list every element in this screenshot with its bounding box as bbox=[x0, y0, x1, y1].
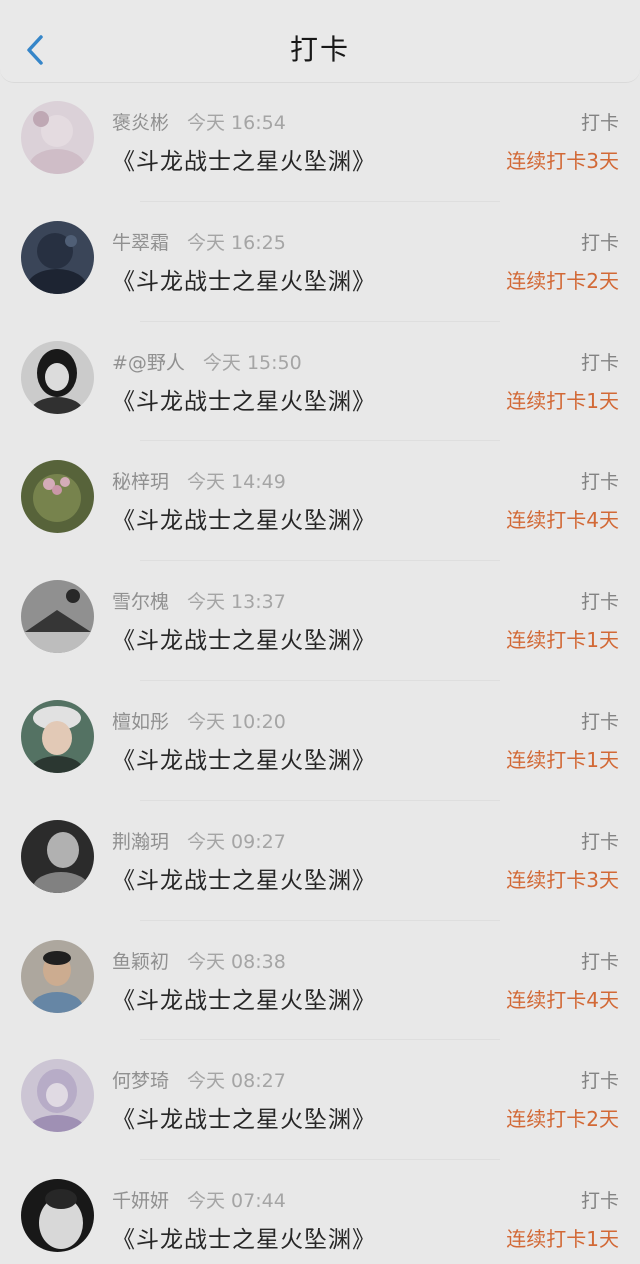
checkin-label: 打卡 bbox=[580, 231, 619, 254]
top-bar: 打卡 bbox=[0, 0, 640, 83]
streak-text: 连续打卡1天 bbox=[506, 388, 619, 413]
user-line: 牛翠霜 今天 16:25 bbox=[112, 228, 286, 255]
book-title[interactable]: 《斗龙战士之星火坠渊》 bbox=[112, 741, 376, 775]
checkin-label: 打卡 bbox=[580, 1190, 619, 1213]
avatar[interactable] bbox=[21, 939, 94, 1013]
user-line: 荆瀚玥 今天 09:27 bbox=[112, 827, 286, 854]
avatar[interactable] bbox=[21, 699, 94, 773]
avatar[interactable] bbox=[21, 101, 94, 174]
streak-text: 连续打卡1天 bbox=[506, 1227, 619, 1252]
checkin-label: 打卡 bbox=[580, 710, 619, 733]
streak-text: 连续打卡4天 bbox=[506, 987, 619, 1012]
book-title[interactable]: 《斗龙战士之星火坠渊》 bbox=[112, 621, 376, 655]
user-line: #@野人 今天 15:50 bbox=[112, 348, 302, 375]
user-name[interactable]: 褒炎彬 bbox=[112, 112, 169, 134]
checkin-label: 打卡 bbox=[580, 830, 619, 853]
checkin-time: 今天 16:54 bbox=[187, 112, 286, 134]
book-title[interactable]: 《斗龙战士之星火坠渊》 bbox=[112, 382, 376, 416]
checkin-time: 今天 10:20 bbox=[187, 710, 286, 733]
checkin-page: 打卡 褒炎彬 今天 16:54 《斗龙战士之星火坠渊》 打卡 连续打卡3天 牛翠… bbox=[0, 0, 640, 1264]
book-title[interactable]: 《斗龙战士之星火坠渊》 bbox=[112, 1220, 376, 1254]
avatar[interactable] bbox=[21, 340, 94, 414]
list-item[interactable]: #@野人 今天 15:50 《斗龙战士之星火坠渊》 打卡 连续打卡1天 bbox=[0, 322, 640, 442]
list-item[interactable]: 褒炎彬 今天 16:54 《斗龙战士之星火坠渊》 打卡 连续打卡3天 bbox=[0, 82, 640, 202]
book-title[interactable]: 《斗龙战士之星火坠渊》 bbox=[112, 1100, 376, 1134]
checkin-label: 打卡 bbox=[580, 471, 619, 494]
checkin-time: 今天 07:44 bbox=[187, 1190, 286, 1213]
user-line: 褒炎彬 今天 16:54 bbox=[112, 108, 286, 135]
streak-text: 连续打卡1天 bbox=[506, 628, 619, 653]
avatar[interactable] bbox=[21, 819, 94, 893]
book-title[interactable]: 《斗龙战士之星火坠渊》 bbox=[112, 262, 376, 296]
user-name[interactable]: 千妍妍 bbox=[112, 1190, 169, 1212]
streak-text: 连续打卡4天 bbox=[506, 508, 619, 533]
streak-text: 连续打卡2天 bbox=[506, 268, 619, 293]
streak-text: 连续打卡2天 bbox=[506, 1107, 619, 1132]
user-line: 檀如彤 今天 10:20 bbox=[112, 707, 286, 734]
user-name[interactable]: #@野人 bbox=[112, 352, 185, 374]
user-line: 何梦琦 今天 08:27 bbox=[112, 1066, 286, 1093]
user-name[interactable]: 秘梓玥 bbox=[112, 471, 169, 493]
user-line: 雪尔槐 今天 13:37 bbox=[112, 587, 286, 614]
avatar[interactable] bbox=[21, 580, 94, 654]
checkin-time: 今天 14:49 bbox=[187, 471, 286, 494]
user-name[interactable]: 檀如彤 bbox=[112, 711, 169, 733]
user-name[interactable]: 牛翠霜 bbox=[112, 232, 169, 254]
checkin-label: 打卡 bbox=[580, 591, 619, 614]
list-item[interactable]: 秘梓玥 今天 14:49 《斗龙战士之星火坠渊》 打卡 连续打卡4天 bbox=[0, 441, 640, 562]
list-item[interactable]: 千妍妍 今天 07:44 《斗龙战士之星火坠渊》 打卡 连续打卡1天 bbox=[0, 1160, 640, 1264]
checkin-time: 今天 09:27 bbox=[187, 830, 286, 853]
avatar[interactable] bbox=[21, 460, 94, 534]
streak-text: 连续打卡1天 bbox=[506, 747, 619, 772]
avatar[interactable] bbox=[21, 1059, 94, 1133]
list-item[interactable]: 牛翠霜 今天 16:25 《斗龙战士之星火坠渊》 打卡 连续打卡2天 bbox=[0, 202, 640, 322]
avatar[interactable] bbox=[21, 220, 94, 294]
checkin-time: 今天 16:25 bbox=[187, 231, 286, 254]
list-item[interactable]: 鱼颖初 今天 08:38 《斗龙战士之星火坠渊》 打卡 连续打卡4天 bbox=[0, 921, 640, 1041]
user-line: 千妍妍 今天 07:44 bbox=[112, 1186, 286, 1213]
checkin-label: 打卡 bbox=[580, 950, 619, 973]
book-title[interactable]: 《斗龙战士之星火坠渊》 bbox=[112, 981, 376, 1015]
streak-text: 连续打卡3天 bbox=[506, 867, 619, 892]
list-item[interactable]: 檀如彤 今天 10:20 《斗龙战士之星火坠渊》 打卡 连续打卡1天 bbox=[0, 681, 640, 801]
avatar[interactable] bbox=[21, 1179, 94, 1253]
page-title: 打卡 bbox=[289, 33, 350, 66]
checkin-time: 今天 15:50 bbox=[202, 351, 302, 374]
checkin-time: 今天 08:27 bbox=[187, 1070, 286, 1093]
user-name[interactable]: 雪尔槐 bbox=[112, 591, 169, 613]
checkin-label: 打卡 bbox=[580, 1070, 619, 1093]
checkin-label: 打卡 bbox=[580, 112, 619, 134]
checkin-label: 打卡 bbox=[580, 351, 619, 374]
checkin-time: 今天 08:38 bbox=[187, 950, 286, 973]
book-title[interactable]: 《斗龙战士之星火坠渊》 bbox=[112, 501, 376, 535]
list-item[interactable]: 雪尔槐 今天 13:37 《斗龙战士之星火坠渊》 打卡 连续打卡1天 bbox=[0, 561, 640, 681]
user-name[interactable]: 何梦琦 bbox=[112, 1070, 169, 1092]
user-name[interactable]: 鱼颖初 bbox=[112, 951, 169, 973]
user-line: 秘梓玥 今天 14:49 bbox=[112, 467, 286, 494]
streak-text: 连续打卡3天 bbox=[506, 149, 619, 173]
list-item[interactable]: 荆瀚玥 今天 09:27 《斗龙战士之星火坠渊》 打卡 连续打卡3天 bbox=[0, 801, 640, 921]
checkin-list: 褒炎彬 今天 16:54 《斗龙战士之星火坠渊》 打卡 连续打卡3天 牛翠霜 今天 … bbox=[0, 82, 640, 1264]
book-title[interactable]: 《斗龙战士之星火坠渊》 bbox=[112, 142, 376, 176]
user-name[interactable]: 荆瀚玥 bbox=[112, 831, 169, 853]
user-line: 鱼颖初 今天 08:38 bbox=[112, 947, 286, 974]
checkin-time: 今天 13:37 bbox=[187, 591, 286, 614]
list-item[interactable]: 何梦琦 今天 08:27 《斗龙战士之星火坠渊》 打卡 连续打卡2天 bbox=[0, 1040, 640, 1161]
book-title[interactable]: 《斗龙战士之星火坠渊》 bbox=[112, 861, 376, 895]
